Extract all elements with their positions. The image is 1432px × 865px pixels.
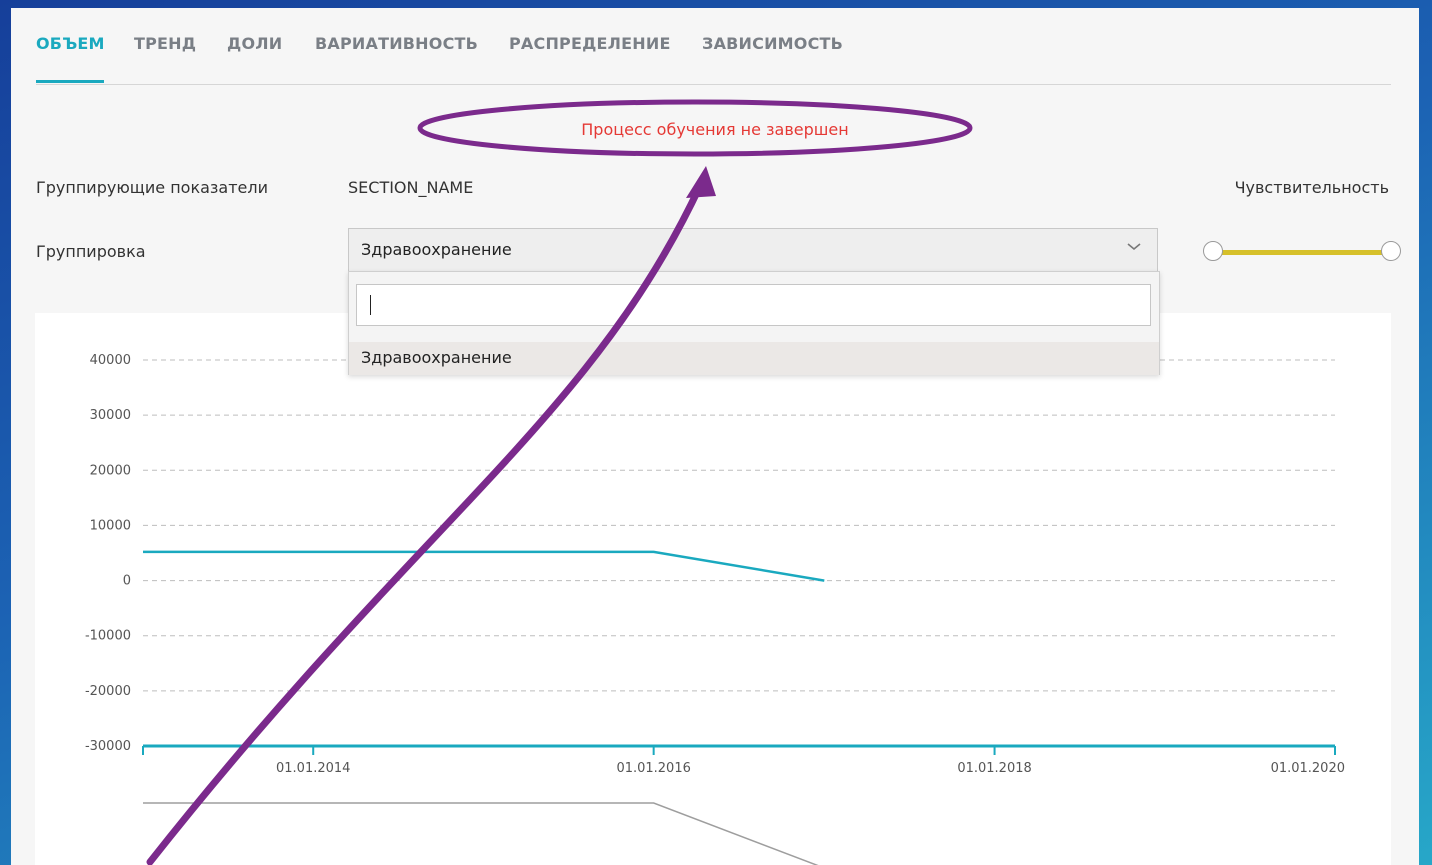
dropdown-option[interactable]: Здравоохранение	[349, 342, 1159, 375]
overview-line	[143, 802, 819, 865]
grouping-indicators-value: SECTION_NAME	[348, 178, 474, 197]
y-tick-label: -10000	[85, 629, 131, 644]
x-tick-label: 01.01.2020	[1271, 761, 1345, 776]
sensitivity-slider[interactable]	[1203, 240, 1403, 264]
y-tick-label: 20000	[90, 463, 131, 478]
grouping-label: Группировка	[36, 242, 146, 261]
x-tick-label: 01.01.2018	[957, 761, 1031, 776]
training-status-message: Процесс обучения не завершен	[581, 120, 849, 139]
tab-shares[interactable]: ДОЛИ	[227, 34, 282, 53]
tab-variability[interactable]: ВАРИАТИВНОСТЬ	[315, 34, 478, 53]
active-tab-indicator	[36, 80, 104, 83]
slider-track[interactable]	[1213, 250, 1391, 255]
grouping-select[interactable]: Здравоохранение	[348, 228, 1158, 272]
grouping-search-input[interactable]	[356, 284, 1151, 326]
y-tick-label: 10000	[90, 518, 131, 533]
y-tick-label: 30000	[90, 408, 131, 423]
tab-volume[interactable]: ОБЪЕМ	[36, 34, 105, 53]
chart-svg: 40000 30000 20000 10000 0 -10000 -20000 -30000 0…	[85, 353, 1345, 865]
sensitivity-label: Чувствительность	[1234, 178, 1389, 197]
slider-handle-max[interactable]	[1381, 241, 1401, 261]
tab-trend[interactable]: ТРЕНД	[134, 34, 196, 53]
tab-dependency[interactable]: ЗАВИСИМОСТЬ	[702, 34, 843, 53]
analytics-panel: ОБЪЕМ ТРЕНД ДОЛИ ВАРИАТИВНОСТЬ РАСПРЕДЕЛ…	[11, 8, 1419, 865]
y-tick-label: 0	[123, 574, 131, 589]
tab-distribution[interactable]: РАСПРЕДЕЛЕНИЕ	[509, 34, 671, 53]
chevron-down-icon[interactable]	[1125, 237, 1143, 255]
text-cursor	[370, 295, 371, 315]
x-tick-label: 01.01.2016	[616, 761, 690, 776]
grouping-dropdown: Здравоохранение	[348, 271, 1160, 375]
y-tick-label: -30000	[85, 739, 131, 754]
y-tick-label: -20000	[85, 684, 131, 699]
grouping-indicators-label: Группирующие показатели	[36, 178, 269, 197]
series-line	[143, 550, 825, 582]
x-tick-label: 01.01.2014	[276, 761, 350, 776]
grouping-selected-value: Здравоохранение	[361, 240, 512, 259]
y-tick-label: 40000	[90, 353, 131, 368]
tab-bar: ОБЪЕМ ТРЕНД ДОЛИ ВАРИАТИВНОСТЬ РАСПРЕДЕЛ…	[36, 34, 1391, 85]
volume-chart: 40000 30000 20000 10000 0 -10000 -20000 -30000 0…	[35, 313, 1391, 865]
slider-handle-min[interactable]	[1203, 241, 1223, 261]
